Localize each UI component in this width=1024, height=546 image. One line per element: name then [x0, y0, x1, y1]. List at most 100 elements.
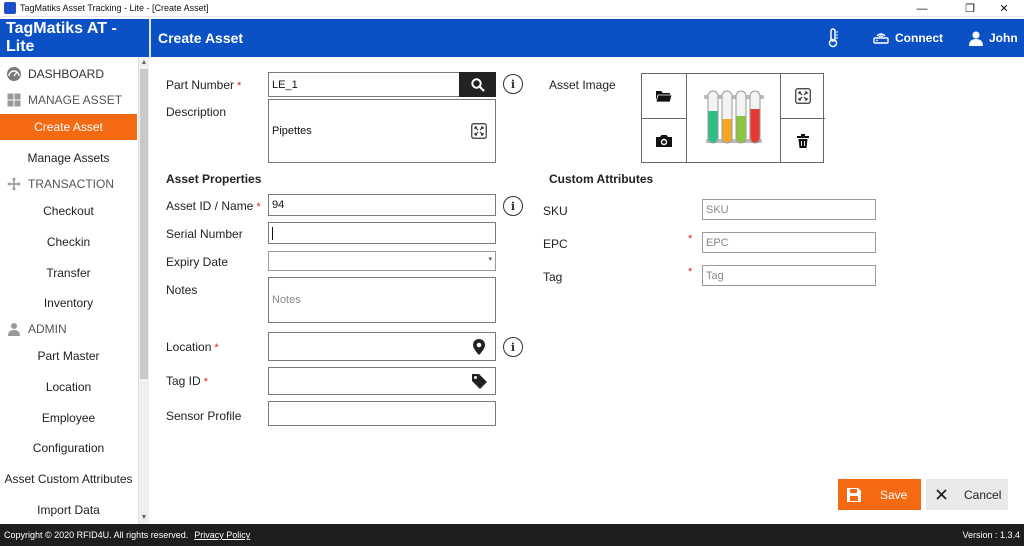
sidebar-item-employee[interactable]: Employee — [0, 405, 137, 431]
notes-textarea[interactable]: Notes — [268, 277, 496, 323]
close-icon — [936, 489, 947, 500]
sidebar-item-asset-custom-attributes[interactable]: Asset Custom Attributes — [0, 466, 137, 492]
boxes-icon — [6, 92, 22, 108]
description-label: Description — [166, 105, 227, 119]
expiry-date-picker[interactable]: ▾ — [268, 251, 496, 271]
part-number-label: Part Number * — [166, 78, 241, 92]
page-title: Create Asset — [158, 30, 244, 46]
required-marker: * — [688, 266, 693, 278]
asset-id-input[interactable]: 94 — [268, 194, 496, 216]
sidebar-item-manage-assets[interactable]: Manage Assets — [0, 145, 137, 171]
scroll-up-arrow-icon[interactable]: ▲ — [139, 57, 149, 68]
window-title-bar: TagMatiks Asset Tracking - Lite - [Creat… — [0, 0, 1024, 17]
serial-number-input[interactable] — [268, 222, 496, 244]
location-input[interactable] — [268, 332, 496, 361]
router-icon — [873, 33, 889, 44]
epc-input[interactable]: EPC — [702, 232, 876, 253]
part-number-input[interactable]: LE_1 — [268, 72, 460, 97]
map-pin-icon[interactable] — [473, 339, 485, 358]
required-marker: * — [256, 201, 261, 213]
privacy-policy-link[interactable]: Privacy Policy — [194, 530, 250, 540]
sensor-profile-label: Sensor Profile — [166, 409, 242, 423]
sidebar-item-inventory[interactable]: Inventory — [0, 290, 137, 316]
temperature-button[interactable] — [826, 19, 840, 57]
sidebar-section-label: TRANSACTION — [28, 177, 115, 191]
sidebar-item-location[interactable]: Location — [0, 374, 137, 400]
app-icon — [4, 2, 16, 14]
image-expand-button[interactable] — [781, 74, 825, 118]
sidebar-item-configuration[interactable]: Configuration — [0, 435, 137, 461]
tag-id-input[interactable] — [268, 367, 496, 395]
sidebar-item-checkin[interactable]: Checkin — [0, 229, 137, 255]
scroll-thumb[interactable] — [140, 69, 148, 379]
connect-button[interactable]: Connect — [873, 19, 943, 57]
tag-label: Tag — [543, 270, 563, 284]
sku-placeholder: SKU — [706, 203, 729, 216]
search-icon — [470, 77, 485, 92]
sidebar-item-checkout[interactable]: Checkout — [0, 198, 137, 224]
sku-label: SKU — [543, 204, 568, 218]
app-header: TagMatiks AT - Lite Create Asset Connect… — [0, 19, 1024, 57]
minimize-button[interactable]: — — [906, 0, 938, 17]
tag-id-label: Tag ID * — [166, 374, 208, 388]
scroll-down-arrow-icon[interactable]: ▼ — [139, 512, 149, 523]
expand-icon — [795, 88, 811, 104]
sidebar-scrollbar[interactable]: ▲ ▼ — [138, 57, 149, 524]
notes-placeholder: Notes — [272, 294, 301, 306]
tag-id-label-text: Tag ID — [166, 374, 201, 388]
location-info-icon[interactable]: i — [503, 337, 523, 357]
sku-input[interactable]: SKU — [702, 199, 876, 220]
cancel-button[interactable]: Cancel — [926, 479, 1008, 510]
tag-placeholder: Tag — [706, 269, 724, 282]
save-button[interactable]: Save — [838, 479, 921, 510]
part-number-info-icon[interactable]: i — [503, 74, 523, 94]
asset-id-info-icon[interactable]: i — [503, 196, 523, 216]
asset-properties-title: Asset Properties — [166, 172, 262, 186]
sidebar-section-manage-asset: MANAGE ASSET — [6, 89, 122, 111]
part-number-value: LE_1 — [272, 78, 298, 91]
header-divider — [149, 19, 151, 57]
asset-id-value: 94 — [272, 199, 285, 211]
sidebar: DASHBOARD MANAGE ASSET Create Asset Mana… — [0, 57, 149, 524]
restore-button[interactable]: ❐ — [954, 0, 986, 17]
epc-placeholder: EPC — [706, 236, 729, 249]
sidebar-item-create-asset[interactable]: Create Asset — [0, 114, 137, 140]
part-search-button[interactable] — [459, 72, 496, 97]
move-arrows-icon — [6, 176, 22, 192]
chevron-down-icon: ▾ — [488, 256, 492, 263]
test-tubes-image — [703, 90, 764, 144]
user-name: John — [989, 31, 1018, 45]
notes-label: Notes — [166, 283, 198, 297]
sidebar-item-import-data[interactable]: Import Data — [0, 497, 137, 523]
custom-attributes-title: Custom Attributes — [549, 172, 654, 186]
capture-image-button[interactable] — [642, 119, 686, 162]
sidebar-item-part-master[interactable]: Part Master — [0, 343, 137, 369]
epc-label: EPC — [543, 237, 568, 251]
description-value: Pipettes — [272, 125, 312, 137]
location-label: Location * — [166, 340, 219, 354]
trash-icon — [797, 133, 809, 148]
sensor-profile-input[interactable] — [268, 401, 496, 426]
asset-id-label-text: Asset ID / Name — [166, 199, 254, 213]
sidebar-section-transaction: TRANSACTION — [6, 173, 114, 195]
tag-icon[interactable] — [471, 373, 488, 392]
location-label-text: Location — [166, 340, 212, 354]
tag-input[interactable]: Tag — [702, 265, 876, 286]
serial-number-label: Serial Number — [166, 227, 243, 241]
description-field[interactable]: Pipettes — [268, 99, 496, 163]
asset-image-label: Asset Image — [549, 78, 616, 92]
cancel-label: Cancel — [964, 487, 1002, 502]
description-expand-icon[interactable] — [471, 123, 487, 142]
sidebar-item-transfer[interactable]: Transfer — [0, 260, 137, 286]
dashboard-icon — [6, 66, 22, 82]
sidebar-item-dashboard[interactable]: DASHBOARD — [6, 63, 104, 85]
sidebar-section-admin: ADMIN — [6, 318, 67, 340]
delete-image-button[interactable] — [781, 119, 825, 162]
version-text: Version : 1.3.4 — [962, 530, 1020, 540]
browse-image-button[interactable] — [642, 74, 686, 118]
part-number-label-text: Part Number — [166, 78, 235, 92]
close-button[interactable]: ✕ — [988, 0, 1020, 17]
thermometer-icon — [828, 28, 838, 48]
user-menu[interactable]: John — [968, 19, 1018, 57]
text-caret — [272, 226, 273, 240]
